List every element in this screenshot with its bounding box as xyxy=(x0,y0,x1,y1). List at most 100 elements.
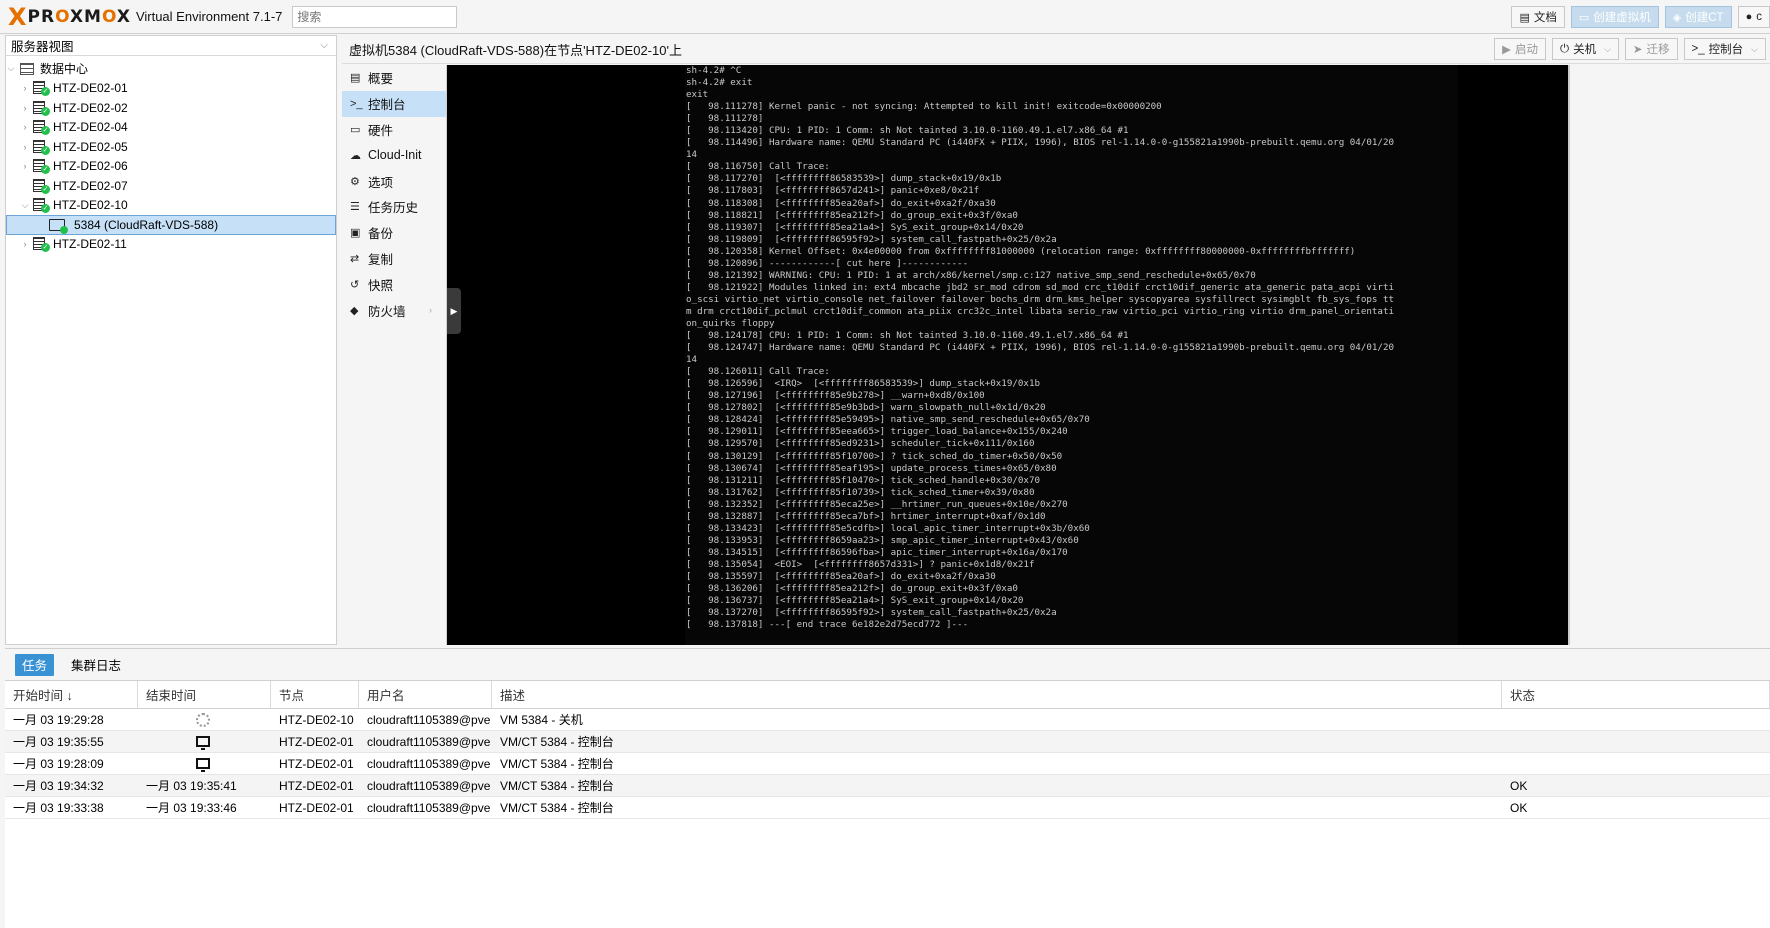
expand-icon[interactable]: › xyxy=(20,161,30,171)
power-icon: ⏻ xyxy=(1559,42,1570,55)
expand-icon[interactable]: › xyxy=(20,239,30,249)
console-button[interactable]: >_ 控制台 ⌵ xyxy=(1683,38,1766,60)
chevron-right-icon: ▶ xyxy=(450,305,458,316)
chevron-down-icon[interactable]: ⌵ xyxy=(1751,44,1758,55)
play-icon: ▶ xyxy=(1502,44,1511,56)
collapse-icon[interactable]: ⌵ xyxy=(20,200,30,211)
tree-node[interactable]: ⌵ ✓ HTZ-DE02-10 xyxy=(6,196,336,216)
gear-icon: ⚙ xyxy=(350,175,360,188)
tree-node[interactable]: › ✓ HTZ-DE02-11 xyxy=(6,235,336,255)
nav-hardware[interactable]: ▭ 硬件 xyxy=(342,117,446,143)
terminal-icon: >_ xyxy=(1691,43,1705,55)
nav-task-history[interactable]: ☰ 任务历史 xyxy=(342,194,446,220)
shield-icon: ◆ xyxy=(350,304,359,317)
server-online-icon: ✓ xyxy=(33,120,50,136)
terminal-icon: >_ xyxy=(350,97,363,110)
col-node[interactable]: 节点 xyxy=(271,681,359,708)
scrollbar[interactable] xyxy=(1568,65,1570,645)
create-vm-button[interactable]: ▭ 创建虚拟机 xyxy=(1570,6,1659,28)
start-button[interactable]: ▶ 启动 xyxy=(1494,38,1546,60)
task-grid-body: 一月 03 19:29:28 HTZ-DE02-10 cloudraft1105… xyxy=(5,709,1770,819)
nav-snapshots[interactable]: ↺ 快照 xyxy=(342,271,446,297)
server-online-icon: ✓ xyxy=(33,81,50,97)
top-bar: X PROXMOX Virtual Environment 7.1-7 ▤文档 … xyxy=(0,0,1770,34)
nav-options[interactable]: ⚙ 选项 xyxy=(342,168,446,194)
nav-console[interactable]: >_ 控制台 xyxy=(342,90,446,117)
version-label: Virtual Environment 7.1-7 xyxy=(135,9,283,24)
floppy-icon: ▣ xyxy=(350,227,361,240)
expand-icon[interactable]: › xyxy=(20,83,30,93)
list-icon: ☰ xyxy=(350,201,360,214)
search-input[interactable] xyxy=(292,5,458,28)
table-row[interactable]: 一月 03 19:35:55 HTZ-DE02-01 cloudraft1105… xyxy=(5,731,1770,753)
nav-backup[interactable]: ▣ 备份 xyxy=(342,220,446,246)
chevron-down-icon: ⌵ xyxy=(320,40,328,51)
console-output: sh-4.2# ^C sh-4.2# exit exit [ 98.111278… xyxy=(686,65,1395,631)
tab-tasks[interactable]: 任务 xyxy=(15,653,55,676)
expand-icon[interactable]: › xyxy=(20,142,30,152)
tree-node[interactable]: › ✓ HTZ-DE02-06 xyxy=(6,157,336,177)
resource-tree-panel: 服务器视图 ⌵ ⌵ 数据中心 › ✓ HTZ-DE02-01 › ✓ HTZ-D… xyxy=(5,35,337,645)
table-row[interactable]: 一月 03 19:29:28 HTZ-DE02-10 cloudraft1105… xyxy=(5,709,1770,731)
tree-node[interactable]: › ✓ HTZ-DE02-02 xyxy=(6,98,336,118)
expand-icon[interactable]: › xyxy=(20,122,30,132)
tab-cluster-log[interactable]: 集群日志 xyxy=(64,654,128,676)
monitor-icon xyxy=(196,758,210,772)
nav-replication[interactable]: ⇄ 复制 xyxy=(342,246,446,272)
create-ct-button[interactable]: ◈ 创建CT xyxy=(1664,6,1732,28)
migrate-button[interactable]: ➤ 迁移 xyxy=(1624,38,1678,60)
proxmox-logo[interactable]: X PROXMOX xyxy=(8,0,131,34)
desktop-icon: ▭ xyxy=(350,123,361,136)
col-user[interactable]: 用户名 xyxy=(359,681,492,708)
monitor-icon xyxy=(196,736,210,750)
view-selector[interactable]: 服务器视图 ⌵ xyxy=(6,36,336,56)
server-online-icon: ✓ xyxy=(33,159,50,175)
tree-node[interactable]: › ✓ HTZ-DE02-05 xyxy=(6,137,336,157)
nav-summary[interactable]: ▤ 概要 xyxy=(342,65,446,91)
server-online-icon: ✓ xyxy=(33,237,50,253)
server-online-icon: ✓ xyxy=(33,100,50,116)
collapse-icon[interactable]: ⌵ xyxy=(6,63,16,74)
shutdown-button[interactable]: ⏻ 关机 ⌵ xyxy=(1551,38,1619,60)
content-header: 虚拟机5384 (CloudRaft-VDS-588)在节点'HTZ-DE02-… xyxy=(342,35,1770,64)
col-status[interactable]: 状态 xyxy=(1502,681,1770,708)
vm-subnav: ▤ 概要 >_ 控制台 ▭ 硬件 ☁ Cloud-Init ⚙ 选项 ☰ 任务历史 ▣ 备份 … xyxy=(342,65,447,645)
table-row[interactable]: 一月 03 19:28:09 HTZ-DE02-01 cloudraft1105… xyxy=(5,753,1770,775)
task-grid-header: 开始时间 ↓ 结束时间 节点 用户名 描述 状态 xyxy=(5,681,1770,709)
vm-running-icon xyxy=(49,218,68,234)
logo-x-mark: X xyxy=(8,2,27,31)
server-online-icon: ✓ xyxy=(33,139,50,155)
col-start-time[interactable]: 开始时间 ↓ xyxy=(5,681,138,708)
tree-node[interactable]: ✓ HTZ-DE02-07 xyxy=(6,176,336,196)
cube-icon: ◈ xyxy=(1672,11,1682,24)
user-menu-button[interactable]: ● c xyxy=(1737,6,1770,28)
book-icon: ▤ xyxy=(1519,11,1530,24)
table-row[interactable]: 一月 03 19:34:32 一月 03 19:35:41 HTZ-DE02-0… xyxy=(5,775,1770,797)
datacenter-icon xyxy=(20,62,34,75)
nav-firewall[interactable]: ◆ 防火墙 › xyxy=(342,297,446,323)
col-description[interactable]: 描述 xyxy=(492,681,1502,708)
send-icon: ➤ xyxy=(1632,44,1643,56)
tree-datacenter[interactable]: ⌵ 数据中心 xyxy=(6,59,336,79)
tree-vm-selected[interactable]: 5384 (CloudRaft-VDS-588) xyxy=(6,215,336,235)
spinner-icon xyxy=(196,712,210,727)
page-title: 虚拟机5384 (CloudRaft-VDS-588)在节点'HTZ-DE02-… xyxy=(349,42,682,58)
cloud-icon: ☁ xyxy=(350,149,361,162)
tree-node[interactable]: › ✓ HTZ-DE02-04 xyxy=(6,118,336,138)
docs-button[interactable]: ▤ 文档 xyxy=(1511,6,1565,28)
logo-wordmark: PROXMOX xyxy=(27,6,131,27)
retweet-icon: ⇄ xyxy=(350,252,360,265)
desktop-icon: ▭ xyxy=(1578,11,1590,24)
chevron-right-icon: › xyxy=(429,305,432,316)
tree-node[interactable]: › ✓ HTZ-DE02-01 xyxy=(6,79,336,99)
task-panel: 任务 集群日志 开始时间 ↓ 结束时间 节点 用户名 描述 状态 一月 03 1… xyxy=(5,648,1770,928)
novnc-sidebar-toggle[interactable]: ▶ xyxy=(447,288,461,334)
chevron-down-icon[interactable]: ⌵ xyxy=(1604,44,1611,55)
table-row[interactable]: 一月 03 19:33:38 一月 03 19:33:46 HTZ-DE02-0… xyxy=(5,797,1770,819)
col-end-time[interactable]: 结束时间 xyxy=(138,681,271,708)
vm-console-screen[interactable]: sh-4.2# ^C sh-4.2# exit exit [ 98.111278… xyxy=(685,65,1458,645)
expand-icon[interactable]: › xyxy=(20,103,30,113)
server-online-icon: ✓ xyxy=(33,178,50,194)
nav-cloud-init[interactable]: ☁ Cloud-Init xyxy=(342,142,446,168)
book-icon: ▤ xyxy=(350,72,361,85)
